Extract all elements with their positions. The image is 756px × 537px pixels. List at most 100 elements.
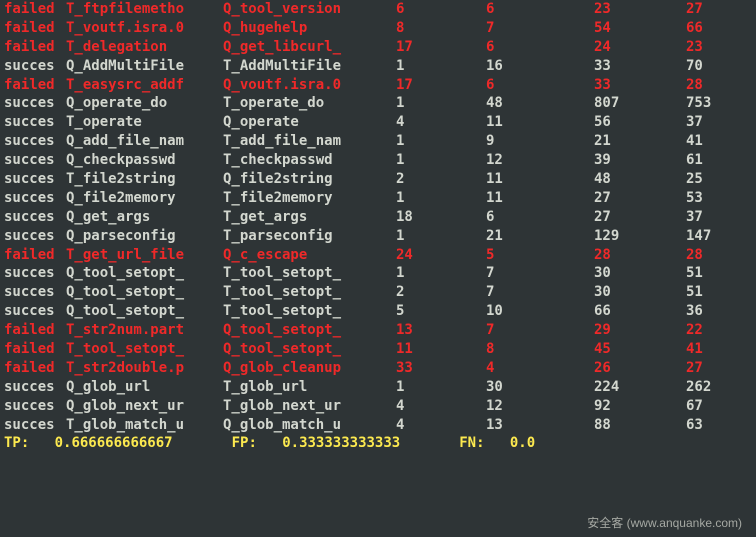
fn-value: 0.0 (510, 434, 535, 453)
name1-cell: Q_glob_url (66, 378, 223, 397)
status-cell: succes (4, 94, 66, 113)
name1-cell: Q_parseconfig (66, 227, 223, 246)
value4-cell: 61 (686, 151, 752, 170)
value1-cell: 17 (396, 76, 486, 95)
name2-cell: T_glob_next_ur (223, 397, 396, 416)
result-row: failedT_str2num.partQ_tool_setopt_137292… (4, 321, 752, 340)
value2-cell: 11 (486, 170, 594, 189)
fp-label: FP: (232, 434, 257, 453)
value3-cell: 224 (594, 378, 686, 397)
value3-cell: 66 (594, 302, 686, 321)
value2-cell: 7 (486, 321, 594, 340)
value4-cell: 70 (686, 57, 752, 76)
result-row: succesQ_parseconfigT_parseconfig12112914… (4, 227, 752, 246)
name2-cell: T_tool_setopt_ (223, 283, 396, 302)
fp-spacer2 (257, 434, 282, 453)
name2-cell: Q_operate (223, 113, 396, 132)
name1-cell: Q_checkpasswd (66, 151, 223, 170)
value4-cell: 36 (686, 302, 752, 321)
status-cell: failed (4, 38, 66, 57)
result-row: failedT_easysrc_addfQ_voutf.isra.0176332… (4, 76, 752, 95)
value1-cell: 13 (396, 321, 486, 340)
status-cell: failed (4, 246, 66, 265)
name2-cell: T_glob_url (223, 378, 396, 397)
value3-cell: 24 (594, 38, 686, 57)
fn-spacer1 (400, 434, 459, 453)
result-row: failedT_voutf.isra.0Q_hugehelp875466 (4, 19, 752, 38)
value3-cell: 26 (594, 359, 686, 378)
status-cell: failed (4, 359, 66, 378)
name2-cell: Q_tool_setopt_ (223, 321, 396, 340)
value1-cell: 6 (396, 0, 486, 19)
result-row: failedT_tool_setopt_Q_tool_setopt_118454… (4, 340, 752, 359)
value1-cell: 1 (396, 227, 486, 246)
value4-cell: 37 (686, 208, 752, 227)
value2-cell: 4 (486, 359, 594, 378)
name1-cell: Q_add_file_nam (66, 132, 223, 151)
status-cell: succes (4, 208, 66, 227)
result-row: succesT_glob_match_uQ_glob_match_u413886… (4, 416, 752, 435)
status-cell: succes (4, 151, 66, 170)
name1-cell: T_voutf.isra.0 (66, 19, 223, 38)
name1-cell: T_glob_match_u (66, 416, 223, 435)
value1-cell: 1 (396, 189, 486, 208)
name2-cell: T_operate_do (223, 94, 396, 113)
value3-cell: 45 (594, 340, 686, 359)
value4-cell: 262 (686, 378, 752, 397)
value1-cell: 1 (396, 132, 486, 151)
result-row: failedT_delegationQ_get_libcurl_1762423 (4, 38, 752, 57)
fn-spacer2 (485, 434, 510, 453)
name1-cell: T_operate (66, 113, 223, 132)
name2-cell: T_tool_setopt_ (223, 302, 396, 321)
status-cell: succes (4, 189, 66, 208)
status-cell: failed (4, 19, 66, 38)
value3-cell: 30 (594, 264, 686, 283)
name2-cell: Q_glob_match_u (223, 416, 396, 435)
result-row: succesT_operateQ_operate4115637 (4, 113, 752, 132)
result-row: succesQ_tool_setopt_T_tool_setopt_173051 (4, 264, 752, 283)
name2-cell: T_file2memory (223, 189, 396, 208)
value1-cell: 18 (396, 208, 486, 227)
value3-cell: 30 (594, 283, 686, 302)
terminal-output: failedT_ftpfilemethoQ_tool_version662327… (0, 0, 756, 453)
status-cell: failed (4, 76, 66, 95)
name1-cell: T_str2num.part (66, 321, 223, 340)
name2-cell: Q_get_libcurl_ (223, 38, 396, 57)
name2-cell: Q_voutf.isra.0 (223, 76, 396, 95)
value1-cell: 2 (396, 170, 486, 189)
value1-cell: 17 (396, 38, 486, 57)
value4-cell: 25 (686, 170, 752, 189)
value3-cell: 21 (594, 132, 686, 151)
value4-cell: 53 (686, 189, 752, 208)
value3-cell: 92 (594, 397, 686, 416)
value2-cell: 10 (486, 302, 594, 321)
status-cell: succes (4, 264, 66, 283)
value4-cell: 27 (686, 359, 752, 378)
name2-cell: T_checkpasswd (223, 151, 396, 170)
result-row: succesQ_tool_setopt_T_tool_setopt_273051 (4, 283, 752, 302)
value1-cell: 4 (396, 113, 486, 132)
value4-cell: 66 (686, 19, 752, 38)
value2-cell: 11 (486, 189, 594, 208)
fn-label: FN: (459, 434, 484, 453)
result-row: succesQ_glob_next_urT_glob_next_ur412926… (4, 397, 752, 416)
name1-cell: Q_file2memory (66, 189, 223, 208)
value1-cell: 11 (396, 340, 486, 359)
watermark: 安全客 (www.anquanke.com) (587, 515, 742, 531)
result-row: succesQ_operate_doT_operate_do148807753 (4, 94, 752, 113)
value1-cell: 24 (396, 246, 486, 265)
result-row: succesQ_AddMultiFileT_AddMultiFile116337… (4, 57, 752, 76)
name1-cell: Q_tool_setopt_ (66, 283, 223, 302)
value2-cell: 8 (486, 340, 594, 359)
value3-cell: 27 (594, 208, 686, 227)
value2-cell: 21 (486, 227, 594, 246)
name2-cell: Q_glob_cleanup (223, 359, 396, 378)
value2-cell: 12 (486, 397, 594, 416)
name2-cell: T_AddMultiFile (223, 57, 396, 76)
value3-cell: 129 (594, 227, 686, 246)
name2-cell: T_parseconfig (223, 227, 396, 246)
result-row: succesQ_get_argsT_get_args1862737 (4, 208, 752, 227)
tp-label: TP: (4, 434, 29, 453)
value3-cell: 807 (594, 94, 686, 113)
watermark-brand: 安全客 (587, 516, 623, 530)
